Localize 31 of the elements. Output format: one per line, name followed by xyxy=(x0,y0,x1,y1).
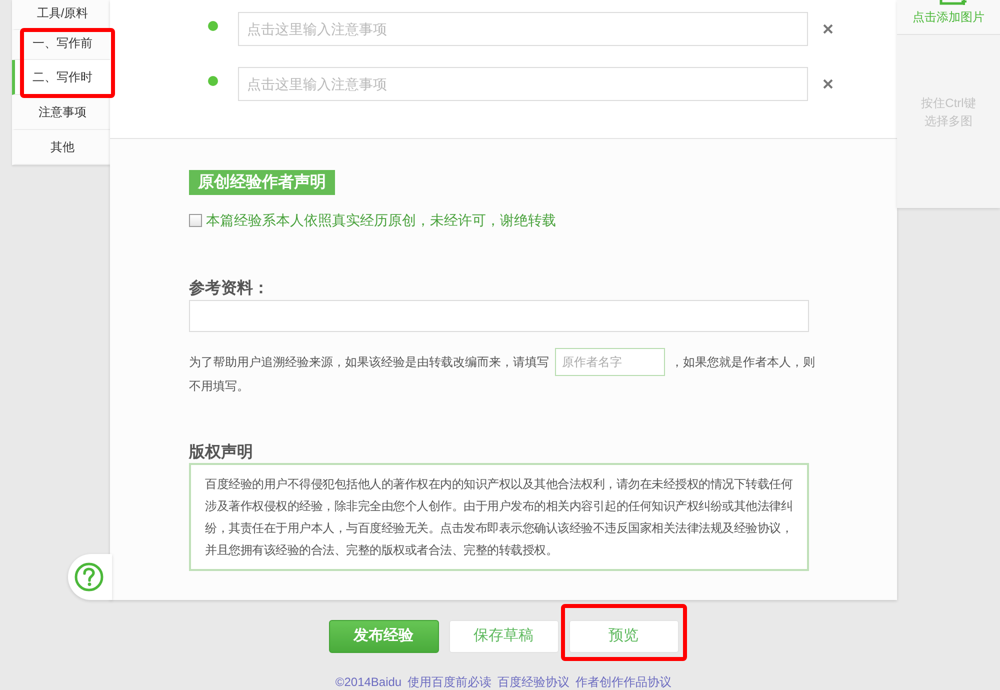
frame-edge-icon xyxy=(938,0,968,5)
help-icon xyxy=(74,562,104,592)
references-help-text: 不用填写。 xyxy=(189,378,249,394)
sidebar-item[interactable]: 其他 xyxy=(12,130,110,165)
copyright-heading: 版权声明 xyxy=(189,443,253,463)
sidebar-item[interactable]: 工具/原料 xyxy=(12,0,110,30)
action-button[interactable]: 保存草稿 xyxy=(448,620,558,653)
originality-badge: 原创经验作者声明 xyxy=(189,170,335,195)
checkbox[interactable] xyxy=(189,214,202,226)
close-icon[interactable] xyxy=(823,24,833,34)
note-input[interactable]: 点击这里输入注意事项 xyxy=(238,12,808,46)
add-picture-button[interactable]: 点击添加图片 xyxy=(897,0,1000,35)
action-button[interactable]: 发布经验 xyxy=(328,620,438,653)
footer-link[interactable]: 百度经验协议 xyxy=(498,675,570,689)
close-icon[interactable] xyxy=(823,79,833,89)
copyright-notice: 百度经验的用户不得侵犯包括他人的著作权在内的知识产权以及其他合法权利，请勿在未经授权的情况下转载任何涉及著作权侵权的经验，除非完全由您个人创作。由于用户发布的相关内容引起的任何知识产权纠纷或其他法律纠纷，其责任在于用户本人，与百度经验无关。点击发布即表示您确认该经验不违反国家相关法律法规及经验协议，并且您拥有该经验的合法、完整的版权或者合法、完整的转载授权。 xyxy=(189,463,809,571)
sidebar-item[interactable]: 二、写作时 xyxy=(12,60,110,95)
action-button[interactable]: 预览 xyxy=(568,620,678,653)
references-help-text: 为了帮助用户追溯经验来源，如果该经验是由转载改编而来，请填写 xyxy=(189,354,549,370)
footer-copyright: ©2014Baidu xyxy=(335,675,402,689)
references-input[interactable] xyxy=(189,300,809,332)
author-name-input[interactable]: 原作者名字 xyxy=(555,348,665,376)
footer-link[interactable]: 使用百度前必读 xyxy=(408,675,492,689)
help-button[interactable] xyxy=(68,554,112,600)
sidebar-item[interactable]: 注意事项 xyxy=(12,95,110,130)
references-help-text: ，如果您就是作者本人，则 xyxy=(671,354,815,370)
note-input[interactable]: 点击这里输入注意事项 xyxy=(238,67,808,101)
sidebar-item[interactable]: 一、写作前 xyxy=(12,30,110,60)
references-heading: 参考资料： xyxy=(189,279,269,299)
footer-link[interactable]: 作者创作作品协议 xyxy=(576,675,672,689)
originality-statement: 本篇经验系本人依照真实经历原创，未经许可，谢绝转载 xyxy=(206,212,556,228)
